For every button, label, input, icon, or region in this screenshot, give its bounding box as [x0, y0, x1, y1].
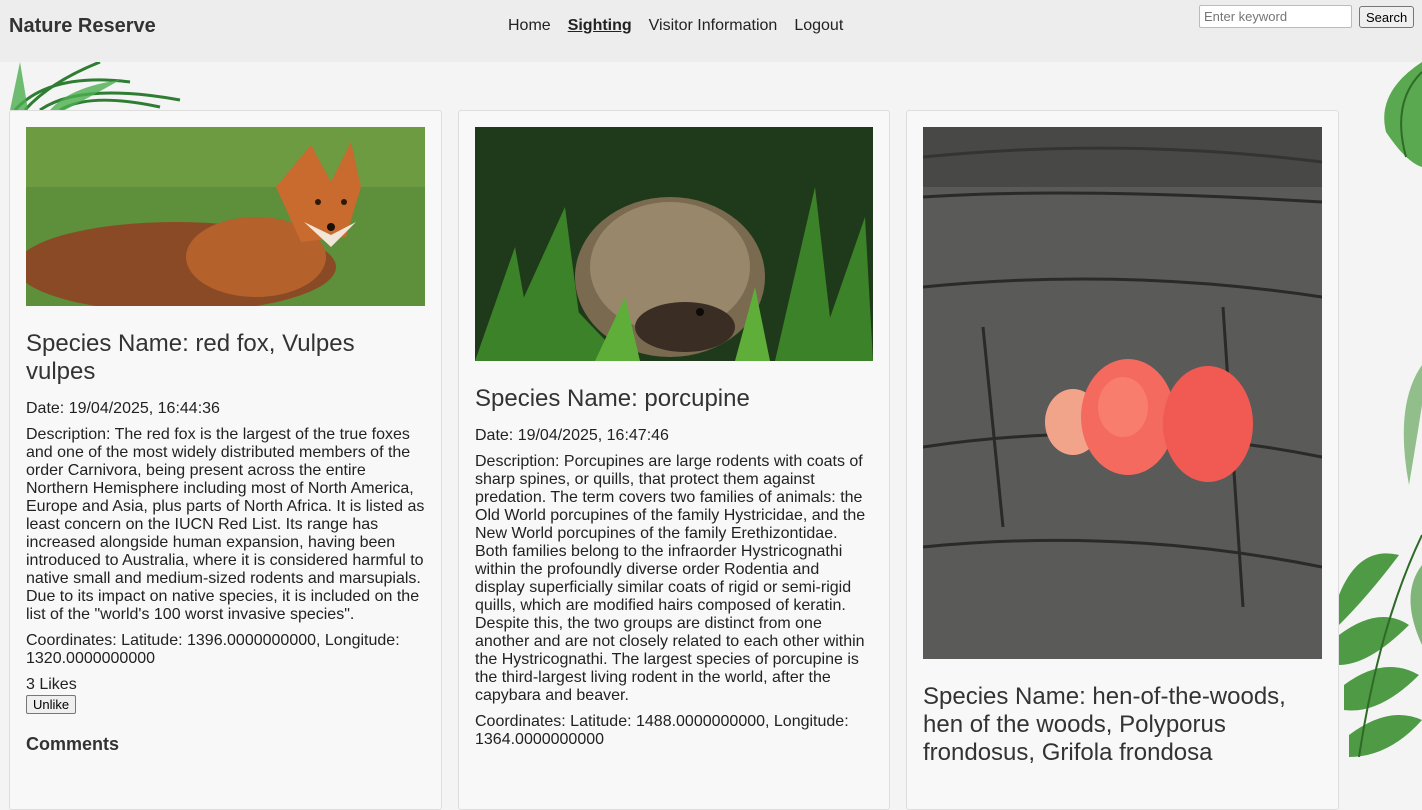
sighting-coordinates: Coordinates: Latitude: 1396.0000000000, … [26, 632, 400, 667]
likes-count: 3 Likes [26, 676, 77, 693]
sighting-description: Description: The red fox is the largest … [26, 426, 425, 623]
site-brand[interactable]: Nature Reserve [9, 15, 156, 38]
search-button[interactable]: Search [1359, 6, 1415, 28]
red-fox-photo [26, 127, 425, 306]
top-navbar: Nature Reserve Home Sighting Visitor Inf… [0, 0, 1422, 62]
species-name: Species Name: porcupine [475, 385, 750, 412]
search-input[interactable] [1199, 5, 1352, 28]
nav-logout-link[interactable]: Logout [794, 17, 843, 35]
sighting-card: Species Name: red fox, Vulpes vulpes Dat… [9, 110, 442, 810]
species-name: Species Name: hen-of-the-woods, hen of t… [923, 683, 1286, 766]
nav-home-link[interactable]: Home [508, 17, 551, 35]
sighting-card: Species Name: hen-of-the-woods, hen of t… [906, 110, 1339, 810]
leaf-decoration-top-left [10, 62, 181, 110]
main-nav: Home Sighting Visitor Information Logout [508, 17, 843, 35]
porcupine-photo [475, 127, 873, 361]
sighting-description: Description: Porcupines are large rodent… [475, 453, 866, 704]
sighting-date: Date: 19/04/2025, 16:47:46 [475, 427, 669, 444]
fungus-photo [923, 127, 1322, 659]
nav-visitor-information-link[interactable]: Visitor Information [649, 17, 778, 35]
leaf-decoration-top-right [1384, 62, 1422, 167]
species-name: Species Name: red fox, Vulpes vulpes [26, 330, 355, 385]
sighting-coordinates: Coordinates: Latitude: 1488.0000000000, … [475, 713, 849, 748]
comments-heading: Comments [26, 734, 120, 754]
leaf-decoration-right [1339, 365, 1422, 757]
sighting-date: Date: 19/04/2025, 16:44:36 [26, 400, 220, 417]
sighting-card: Species Name: porcupine Date: 19/04/2025… [458, 110, 890, 810]
nav-sighting-link[interactable]: Sighting [568, 17, 632, 35]
unlike-button[interactable]: Unlike [26, 695, 77, 714]
